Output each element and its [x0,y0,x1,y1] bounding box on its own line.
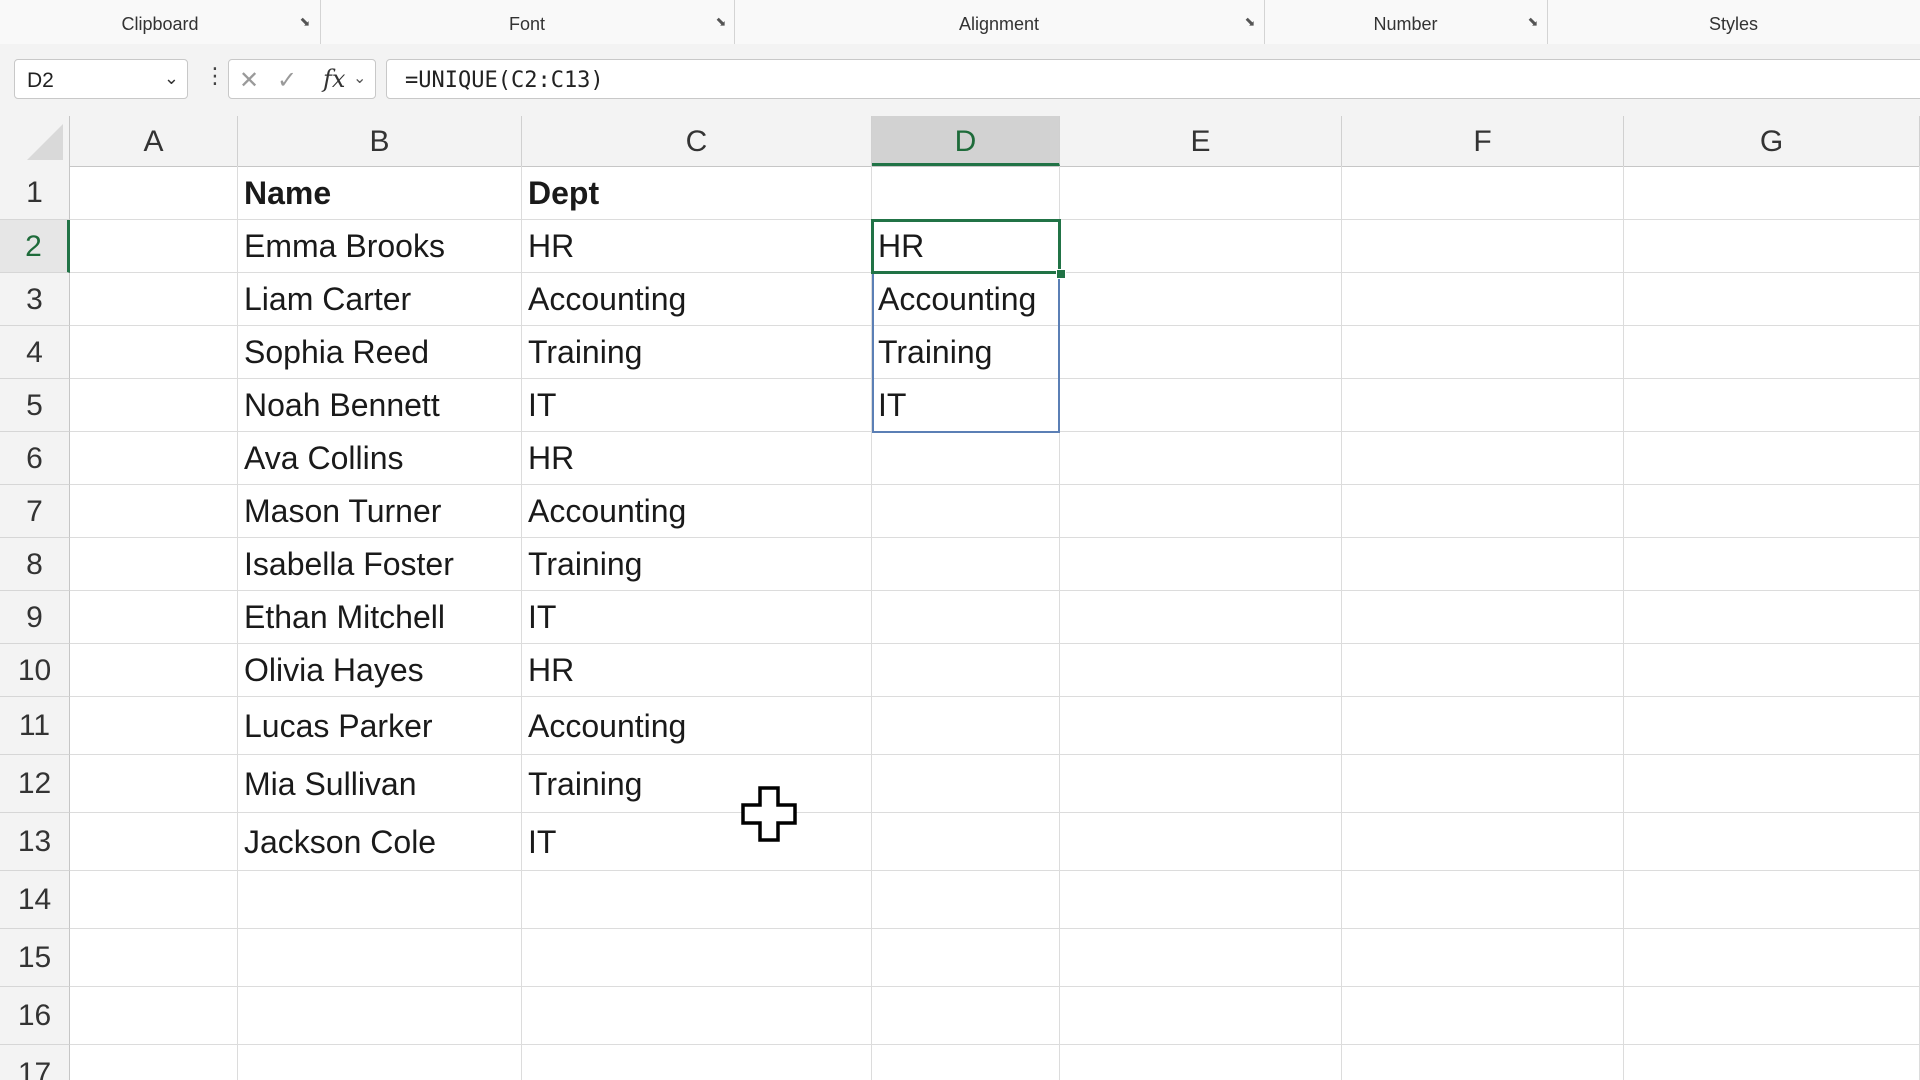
ribbon-group-labels: Clipboard ⬊ Font ⬊ Alignment ⬊ Number ⬊ Styles [0,0,1920,45]
cell-b1[interactable]: Name [244,166,331,220]
cell-c4[interactable]: Training [528,326,642,379]
column-header-g[interactable]: G [1624,116,1920,166]
cell-c13[interactable]: IT [528,813,556,871]
row-header-3[interactable]: 3 [0,273,70,326]
row-header-6[interactable]: 6 [0,432,70,485]
row-header-17[interactable]: 17 [0,1045,70,1080]
cell-c9[interactable]: IT [528,591,556,644]
formula-input[interactable]: =UNIQUE(C2:C13) [386,59,1920,99]
row-gridline [70,986,1920,987]
ribbon-group-number: Number [1264,0,1548,44]
row-header-7[interactable]: 7 [0,485,70,538]
row-header-14[interactable]: 14 [0,871,70,929]
dialog-launcher-icon[interactable]: ⬊ [1526,15,1540,29]
row-gridline [70,1044,1920,1045]
column-header-row: ABCDEFG [0,116,1920,167]
cell-c5[interactable]: IT [528,379,556,432]
cell-b2[interactable]: Emma Brooks [244,220,445,273]
cell-b6[interactable]: Ava Collins [244,432,403,485]
ribbon-group-clipboard: Clipboard [0,0,321,44]
ribbon-group-font: Font [320,0,735,44]
formula-text[interactable]: =UNIQUE(C2:C13) [405,68,604,93]
chevron-down-icon[interactable]: ⌄ [164,68,179,89]
select-all-button[interactable] [0,116,70,166]
row-header-8[interactable]: 8 [0,538,70,591]
cell-b9[interactable]: Ethan Mitchell [244,591,445,644]
ribbon-group-alignment: Alignment [734,0,1265,44]
row-header-13[interactable]: 13 [0,813,70,871]
column-header-e[interactable]: E [1060,116,1342,166]
ribbon-group-label: Clipboard [121,14,199,34]
fill-handle[interactable] [1056,269,1066,279]
cell-b4[interactable]: Sophia Reed [244,326,429,379]
column-gridline [1623,166,1624,1080]
insert-function-icon[interactable]: fx [323,65,345,93]
cell-c6[interactable]: HR [528,432,574,485]
cell-c8[interactable]: Training [528,538,642,591]
more-options-icon[interactable]: ⋮ [204,65,226,87]
chevron-down-icon[interactable]: ⌄ [353,68,366,88]
row-header-16[interactable]: 16 [0,987,70,1045]
cell-b7[interactable]: Mason Turner [244,485,441,538]
row-header-10[interactable]: 10 [0,644,70,697]
worksheet-grid[interactable]: ABCDEFG 1 Name Dept 2 Emma Brooks HR HR 3 Liam C… [0,116,1920,1080]
dialog-launcher-icon[interactable]: ⬊ [1243,15,1257,29]
row-header-4[interactable]: 4 [0,326,70,379]
ribbon-group-label: Styles [1708,14,1759,34]
cell-b3[interactable]: Liam Carter [244,273,411,326]
cell-c10[interactable]: HR [528,644,574,697]
active-cell-border [871,219,1061,274]
column-header-f[interactable]: F [1342,116,1624,166]
cell-b12[interactable]: Mia Sullivan [244,755,417,813]
cell-c2[interactable]: HR [528,220,574,273]
ribbon-group-label: Number [1373,14,1438,34]
cell-b10[interactable]: Olivia Hayes [244,644,424,697]
row-header-11[interactable]: 11 [0,697,70,755]
row-header-12[interactable]: 12 [0,755,70,813]
row-header-9[interactable]: 9 [0,591,70,644]
ribbon-group-label: Font [508,14,546,34]
cell-b13[interactable]: Jackson Cole [244,813,436,871]
ribbon-group-styles: Styles [1547,0,1920,44]
column-gridline [237,166,238,1080]
formula-buttons: ✕ ✓ fx ⌄ [228,59,376,99]
cell-c7[interactable]: Accounting [528,485,686,538]
column-header-b[interactable]: B [238,116,522,166]
name-box-value[interactable]: D2 [27,69,54,93]
cell-c12[interactable]: Training [528,755,642,813]
column-header-d[interactable]: D [872,116,1060,166]
dialog-launcher-icon[interactable]: ⬊ [298,15,312,29]
column-header-c[interactable]: C [522,116,872,166]
cell-b11[interactable]: Lucas Parker [244,697,433,755]
row-header-5[interactable]: 5 [0,379,70,432]
name-box[interactable]: D2 ⌄ [14,59,188,99]
enter-check-icon[interactable]: ✓ [277,66,297,95]
dialog-launcher-icon[interactable]: ⬊ [714,15,728,29]
cell-b8[interactable]: Isabella Foster [244,538,454,591]
column-gridline [1341,166,1342,1080]
cell-c3[interactable]: Accounting [528,273,686,326]
cell-c11[interactable]: Accounting [528,697,686,755]
cancel-icon[interactable]: ✕ [239,66,259,95]
row-header-1[interactable]: 1 [0,166,70,220]
cell-select-cross-icon [741,786,797,842]
row-gridline [70,928,1920,929]
row-header-2[interactable]: 2 [0,220,70,273]
row-header-15[interactable]: 15 [0,929,70,987]
column-gridline [521,166,522,1080]
cell-c1[interactable]: Dept [528,166,599,220]
formula-bar: D2 ⌄ ⋮ ✕ ✓ fx ⌄ =UNIQUE(C2:C13) [0,44,1920,116]
cell-b5[interactable]: Noah Bennett [244,379,440,432]
column-header-a[interactable]: A [70,116,238,166]
ribbon-group-label: Alignment [958,14,1040,34]
